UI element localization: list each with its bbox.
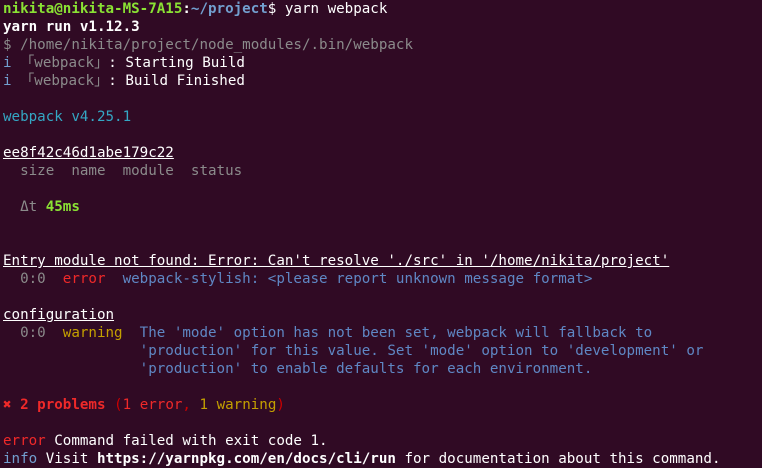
yarn-docs-link[interactable]: https://yarnpkg.com/en/docs/cli/run	[97, 451, 396, 467]
warning-message-2: 'production' for this value. Set 'mode' …	[3, 343, 704, 359]
warnings-count: 1 warning	[199, 397, 277, 413]
problems-summary-line: ✖ 2 problems (1 error, 1 warning)	[3, 396, 762, 414]
webpack-tag: 「webpack」	[20, 55, 109, 71]
command-failed-line: error Command failed with exit code 1.	[3, 432, 762, 450]
build-hash: ee8f42c46d1abe179c22	[3, 145, 174, 161]
error-position: 0:0	[3, 271, 63, 287]
error-label: error	[3, 433, 46, 449]
terminal-window[interactable]: nikita@nikita-MS-7A15:~/project$ yarn we…	[0, 0, 762, 467]
prompt-command: yarn webpack	[276, 1, 388, 17]
starting-build-line: i 「webpack」: Starting Build	[3, 54, 762, 72]
warning-message-3: 'production' to enable defaults for each…	[3, 361, 593, 377]
x-icon: ✖	[3, 397, 12, 413]
command-failed-text: Command failed with exit code 1.	[45, 433, 328, 449]
warning-detail-line: 0:0 warning The 'mode' option has not be…	[3, 324, 762, 342]
stats-table-header: size name module status	[3, 163, 243, 179]
error-level: error	[62, 271, 106, 287]
starting-build-text: : Starting Build	[108, 55, 245, 71]
prompt-path: ~/project	[190, 1, 268, 17]
delta-value: 45ms	[45, 199, 80, 215]
prompt-user-host: nikita@nikita-MS-7A15	[3, 1, 183, 17]
webpack-tag: 「webpack」	[20, 73, 109, 89]
delta-symbol: Δt	[3, 199, 46, 215]
paren-close: )	[276, 397, 285, 413]
prompt-separator: :	[182, 1, 191, 17]
paren-open: (	[105, 397, 123, 413]
problems-count: 2 problems	[11, 397, 106, 413]
doc-suffix-text: for documentation about this command.	[395, 451, 721, 467]
configuration-heading: configuration	[3, 307, 115, 323]
info-icon: i	[3, 55, 12, 71]
build-finished-text: : Build Finished	[108, 73, 245, 89]
entry-error-line: Entry module not found: Error: Can't res…	[3, 253, 670, 269]
bin-path-line: $ /home/nikita/project/node_modules/.bin…	[3, 37, 413, 53]
build-finished-line: i 「webpack」: Build Finished	[3, 72, 762, 90]
visit-text: Visit	[37, 451, 97, 467]
comma: ,	[182, 397, 200, 413]
prompt-line: nikita@nikita-MS-7A15:~/project$ yarn we…	[3, 0, 762, 18]
warning-level: warning	[62, 325, 123, 341]
warning-message-1: The 'mode' option has not been set, webp…	[122, 325, 653, 341]
delta-time-line: Δt 45ms	[3, 198, 762, 216]
webpack-version-line: webpack v4.25.1	[3, 109, 132, 125]
error-message: webpack-stylish: <please report unknown …	[105, 271, 593, 287]
info-visit-line: info Visit https://yarnpkg.com/en/docs/c…	[3, 450, 762, 468]
yarn-run-line: yarn run v1.12.3	[3, 19, 140, 35]
error-detail-line: 0:0 error webpack-stylish: <please repor…	[3, 270, 762, 288]
warning-position: 0:0	[3, 325, 63, 341]
info-label: info	[3, 451, 38, 467]
info-icon: i	[3, 73, 12, 89]
errors-count: 1 error	[122, 397, 183, 413]
